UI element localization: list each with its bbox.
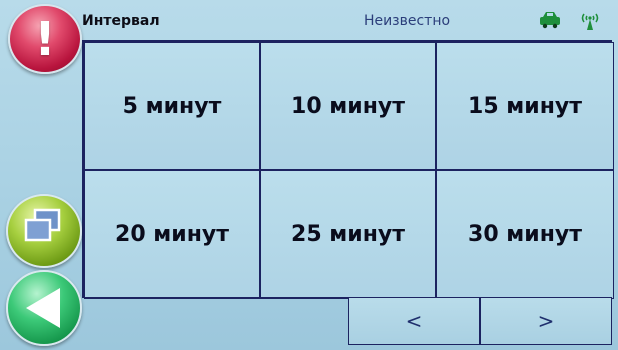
- screen: ! Интервал Неизвестно 5 минут 10 минут 1…: [0, 0, 618, 350]
- interval-15-button[interactable]: 15 минут: [436, 42, 614, 170]
- interval-25-button[interactable]: 25 минут: [260, 170, 436, 299]
- status-text: Неизвестно: [363, 13, 451, 29]
- car-icon: [540, 12, 560, 29]
- alert-button[interactable]: !: [8, 4, 82, 74]
- back-arrow-icon: [26, 288, 60, 328]
- windows-icon: [24, 208, 61, 242]
- exclamation-icon: !: [34, 12, 56, 66]
- windows-button[interactable]: [6, 194, 82, 268]
- prev-page-button[interactable]: <: [348, 297, 480, 345]
- interval-20-button[interactable]: 20 минут: [84, 170, 260, 299]
- interval-10-button[interactable]: 10 минут: [260, 42, 436, 170]
- bottom-bar: < >: [82, 297, 612, 345]
- interval-5-button[interactable]: 5 минут: [84, 42, 260, 170]
- top-bar: Интервал Неизвестно: [82, 8, 612, 34]
- next-page-button[interactable]: >: [480, 297, 612, 345]
- page-title: Интервал: [82, 13, 160, 29]
- back-button[interactable]: [6, 270, 82, 346]
- interval-grid: 5 минут 10 минут 15 минут 20 минут 25 ми…: [82, 40, 614, 299]
- bottom-spacer: [82, 297, 348, 345]
- interval-30-button[interactable]: 30 минут: [436, 170, 614, 299]
- signal-icon: [581, 13, 599, 30]
